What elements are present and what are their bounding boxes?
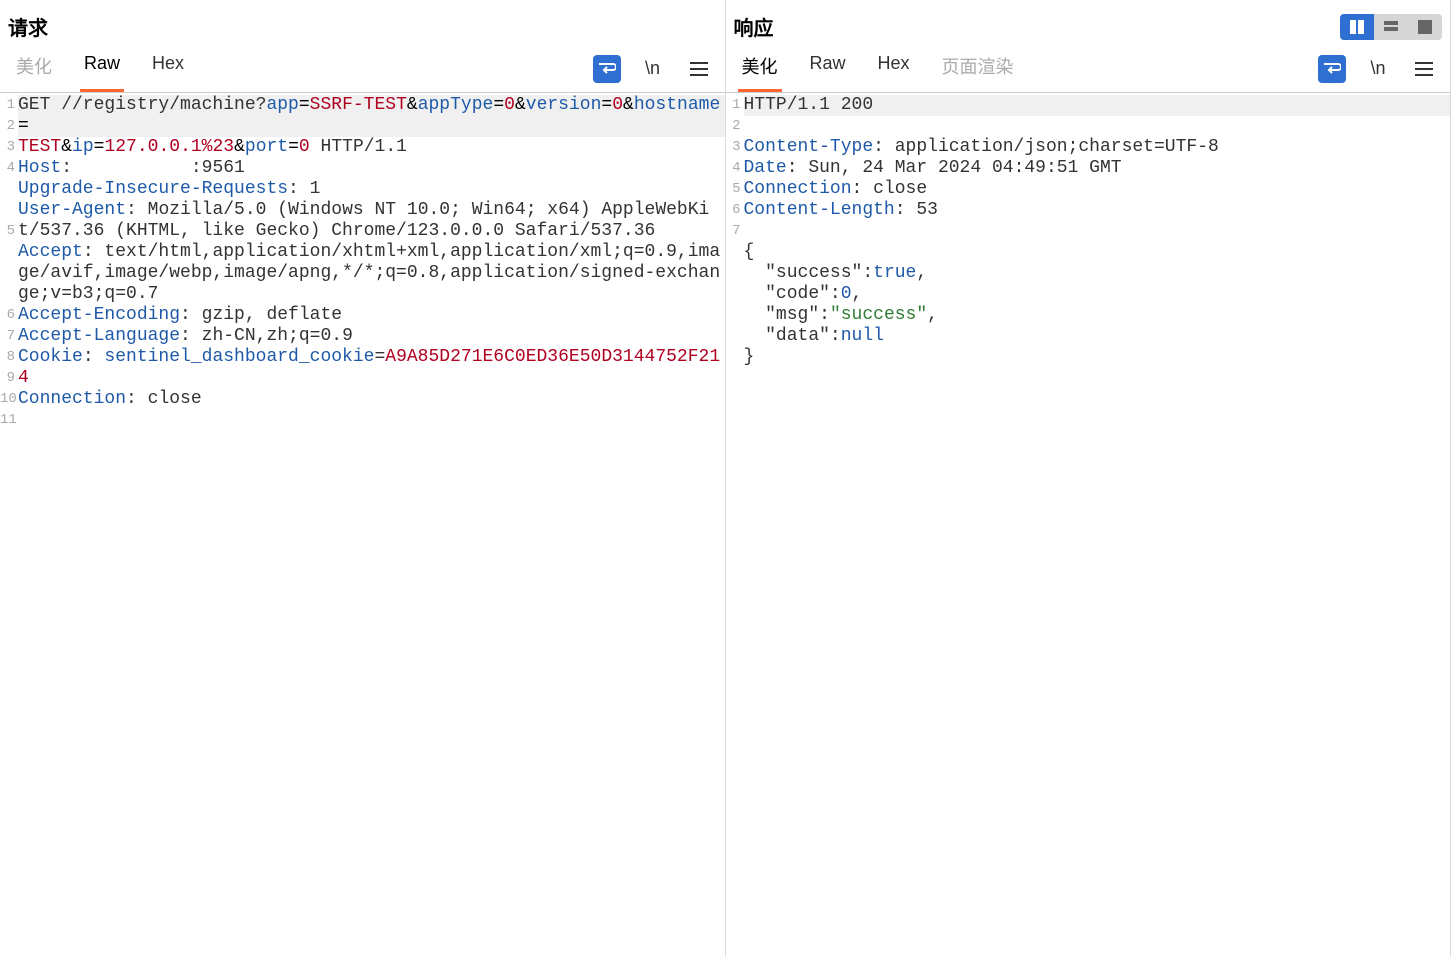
tab-render[interactable]: 页面渲染	[938, 45, 1018, 92]
layout-toggle	[1340, 14, 1442, 40]
response-header: 响应	[726, 0, 1451, 45]
response-gutter: 1234567	[726, 93, 744, 957]
response-tabs-row: 美化 Raw Hex 页面渲染 \n	[726, 45, 1451, 93]
http-method: GET	[18, 95, 50, 115]
status-line: HTTP/1.1 200	[744, 95, 874, 115]
request-tabs: 美化 Raw Hex	[8, 45, 188, 92]
wrap-icon[interactable]	[1318, 55, 1346, 83]
layout-split-horizontal-icon[interactable]	[1374, 14, 1408, 40]
response-code[interactable]: 1234567 HTTP/1.1 200 Content-Type: appli…	[726, 93, 1451, 957]
response-code-body[interactable]: HTTP/1.1 200 Content-Type: application/j…	[744, 93, 1451, 957]
request-tools: \n	[593, 55, 717, 83]
wrap-icon[interactable]	[593, 55, 621, 83]
newline-icon[interactable]: \n	[639, 55, 667, 83]
layout-split-vertical-icon[interactable]	[1340, 14, 1374, 40]
newline-icon[interactable]: \n	[1364, 55, 1392, 83]
layout-single-icon[interactable]	[1408, 14, 1442, 40]
response-title: 响应	[734, 8, 774, 45]
request-pane: 请求 美化 Raw Hex \n 1234 5 67891011 GET //r…	[0, 0, 726, 957]
header-host: Host	[18, 158, 61, 178]
request-path: //registry/machine?	[50, 95, 266, 115]
request-gutter: 1234 5 67891011	[0, 93, 18, 957]
tab-raw[interactable]: Raw	[806, 45, 850, 92]
tab-pretty[interactable]: 美化	[12, 45, 56, 92]
menu-icon[interactable]	[1410, 55, 1438, 83]
request-code-body[interactable]: GET //registry/machine?app=SSRF-TEST&app…	[18, 93, 725, 957]
tab-hex[interactable]: Hex	[874, 45, 914, 92]
response-tools: \n	[1318, 55, 1442, 83]
response-pane: 响应 美化 Raw Hex 页面渲染 \n 1234567 HTTP/1.1 2…	[726, 0, 1451, 957]
tab-pretty[interactable]: 美化	[738, 45, 782, 92]
menu-icon[interactable]	[685, 55, 713, 83]
response-tabs: 美化 Raw Hex 页面渲染	[734, 45, 1018, 92]
request-tabs-row: 美化 Raw Hex \n	[0, 45, 725, 93]
request-title: 请求	[8, 8, 48, 45]
request-header: 请求	[0, 0, 725, 45]
tab-hex[interactable]: Hex	[148, 45, 188, 92]
request-code[interactable]: 1234 5 67891011 GET //registry/machine?a…	[0, 93, 725, 957]
tab-raw[interactable]: Raw	[80, 45, 124, 92]
